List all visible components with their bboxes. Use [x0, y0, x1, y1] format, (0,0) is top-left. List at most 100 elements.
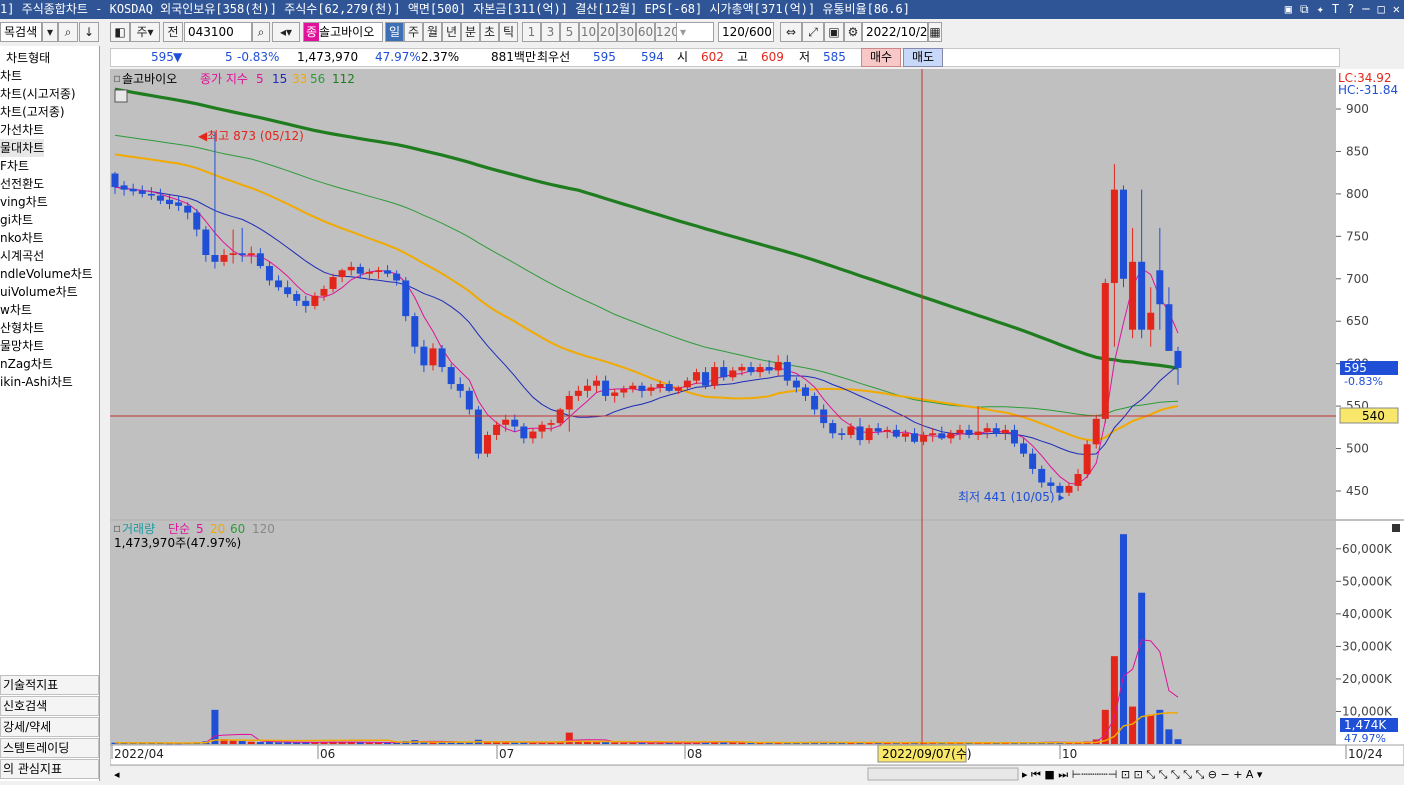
y-tick-label: 750: [1346, 229, 1369, 243]
buy-button[interactable]: 매수: [861, 48, 901, 67]
sidebar-item[interactable]: 선전환도: [0, 175, 44, 193]
period-tab-2[interactable]: 월: [423, 22, 442, 42]
window-control-7[interactable]: ✕: [1393, 0, 1400, 19]
candle-body: [692, 372, 700, 381]
interval-button-5[interactable]: 5: [560, 22, 579, 42]
volume-bar: [620, 742, 628, 744]
volume-bar: [593, 742, 601, 744]
stock-chart[interactable]: 900850800750700650600550500450LC:34.92HC…: [109, 69, 1404, 766]
window-controls: ▣ ⧉ ✦ T? ─ □ ✕: [1285, 0, 1400, 19]
interval-button-1[interactable]: 1: [522, 22, 541, 42]
sidebar-tab[interactable]: 기술적지표: [0, 675, 99, 695]
candle-body: [484, 434, 492, 454]
sidebar-item[interactable]: gi차트: [0, 211, 33, 229]
scroll-left-icon[interactable]: ◂: [114, 768, 120, 781]
scroll-right-icon[interactable]: ▸ ⏮ ■ ⏭ ⊢┄┄┄┄⊣ ⊡ ⊡ ⤡ ⤡ ⤡ ⤡ ⤡ ⊖ − + A ▾: [1022, 768, 1263, 781]
period-tab-1[interactable]: 주: [404, 22, 423, 42]
interval-button-10[interactable]: 10: [579, 22, 598, 42]
layout-icon[interactable]: ◧: [110, 22, 130, 42]
date-input[interactable]: 2022/10/24: [862, 22, 928, 42]
volume-bar: [602, 742, 610, 744]
candle-body: [284, 287, 292, 295]
interval-button-60[interactable]: 60: [636, 22, 655, 42]
period-label: 주: [136, 25, 148, 39]
period-tab-3[interactable]: 년: [442, 22, 461, 42]
search-icon[interactable]: ⌕: [58, 22, 78, 42]
y-tick-label: 500: [1346, 442, 1369, 456]
count-field[interactable]: 120/600: [718, 22, 774, 42]
sidebar-item[interactable]: 가선차트: [0, 121, 44, 139]
sidebar-item[interactable]: 시계곡선: [0, 247, 44, 265]
candle-body: [374, 270, 382, 272]
speaker-icon[interactable]: ◂▾: [272, 22, 300, 42]
period-tab-4[interactable]: 분: [461, 22, 480, 42]
chevron-down-icon[interactable]: ▾: [42, 22, 58, 42]
candle-body: [184, 205, 192, 213]
panel-close-icon: [1392, 524, 1400, 532]
sidebar-tab[interactable]: 신호검색: [0, 696, 99, 716]
sidebar-item[interactable]: w차트: [0, 301, 32, 319]
search-label[interactable]: 목검색: [0, 22, 42, 42]
sidebar-item[interactable]: 물대차트: [0, 139, 45, 157]
sidebar-item[interactable]: 차트: [0, 67, 22, 85]
sidebar-item[interactable]: uiVolume차트: [0, 283, 78, 301]
sidebar-tab[interactable]: 강세/약세: [0, 717, 99, 737]
window-control-5[interactable]: ─: [1362, 0, 1369, 19]
sidebar-item[interactable]: 산형차트: [0, 319, 44, 337]
draw-icon[interactable]: ⤢: [802, 22, 824, 42]
sidebar-tab[interactable]: 의 관심지표: [0, 759, 99, 779]
interval-button-20[interactable]: 20: [598, 22, 617, 42]
sidebar-item[interactable]: 차트(시고저종): [0, 85, 76, 103]
prev-button[interactable]: 전: [163, 22, 183, 42]
candle-body: [211, 255, 219, 262]
scroll-thumb[interactable]: [867, 767, 1019, 781]
scroll-controls[interactable]: ◂ ▸ ⏮ ■ ⏭ ⊢┄┄┄┄⊣ ⊡ ⊡ ⤡ ⤡ ⤡ ⤡ ⤡ ⊖ − + A ▾: [110, 766, 1404, 782]
candle-body: [929, 433, 937, 435]
x-tick-label: 08: [687, 747, 702, 761]
chart-area[interactable]: 900850800750700650600550500450LC:34.92HC…: [109, 69, 1404, 766]
sidebar-item[interactable]: F차트: [0, 157, 29, 175]
sidebar-item[interactable]: 차트(고저종): [0, 103, 65, 121]
interval-button-120[interactable]: 120: [655, 22, 679, 42]
arrow-down-icon[interactable]: ↓: [79, 22, 99, 42]
zoom-icon[interactable]: ⇔: [780, 22, 802, 42]
low-value: 585: [823, 50, 846, 64]
sidebar-item[interactable]: nZag차트: [0, 355, 53, 373]
sidebar-item[interactable]: ndleVolume차트: [0, 265, 93, 283]
volume-bar: [1174, 739, 1182, 744]
interval-input[interactable]: ▾: [676, 22, 714, 42]
window-control-0[interactable]: ▣: [1285, 0, 1292, 19]
sidebar-item[interactable]: ikin-Ashi차트: [0, 373, 73, 391]
stock-name-field[interactable]: 종 솔고바이오: [303, 22, 383, 42]
period-tab-5[interactable]: 초: [480, 22, 499, 42]
stock-code-input[interactable]: 043100: [184, 22, 252, 42]
sidebar-item[interactable]: nko차트: [0, 229, 44, 247]
toolbar: 목검색 ▾ ⌕ ↓ ◧ 주▾ 전 043100 ⌕ ◂▾ 종 솔고바이오 일주월년…: [0, 22, 1404, 46]
candle-body: [402, 280, 410, 317]
volume-legend-period: 120: [252, 522, 275, 536]
window-control-3[interactable]: T: [1332, 0, 1339, 19]
x-tick-label: 2022/04: [114, 747, 164, 761]
interval-button-30[interactable]: 30: [617, 22, 636, 42]
sidebar-item[interactable]: 물망차트: [0, 337, 44, 355]
window-control-4[interactable]: ?: [1347, 0, 1354, 19]
search-icon[interactable]: ⌕: [252, 22, 270, 42]
sidebar-item[interactable]: ving차트: [0, 193, 48, 211]
price-legend-period: 15: [272, 72, 287, 86]
window-control-6[interactable]: □: [1378, 0, 1385, 19]
save-icon[interactable]: ▣: [824, 22, 844, 42]
period-tab-6[interactable]: 틱: [499, 22, 518, 42]
candle-body: [238, 253, 246, 256]
period-select[interactable]: 주▾: [130, 22, 160, 42]
sell-button[interactable]: 매도: [903, 48, 943, 67]
interval-button-3[interactable]: 3: [541, 22, 560, 42]
candle-body: [683, 380, 691, 388]
period-tab-0[interactable]: 일: [385, 22, 404, 42]
gear-icon[interactable]: ⚙: [844, 22, 862, 42]
chart-scroll-bar[interactable]: ◂ ▸ ⏮ ■ ⏭ ⊢┄┄┄┄⊣ ⊡ ⊡ ⤡ ⤡ ⤡ ⤡ ⤡ ⊖ − + A ▾: [110, 765, 1404, 781]
window-control-1[interactable]: ⧉: [1300, 0, 1309, 19]
window-control-2[interactable]: ✦: [1317, 0, 1324, 19]
calendar-icon[interactable]: ▦: [928, 22, 942, 42]
sidebar-tab[interactable]: 스템트레이딩: [0, 738, 99, 758]
candle-body: [447, 367, 455, 385]
